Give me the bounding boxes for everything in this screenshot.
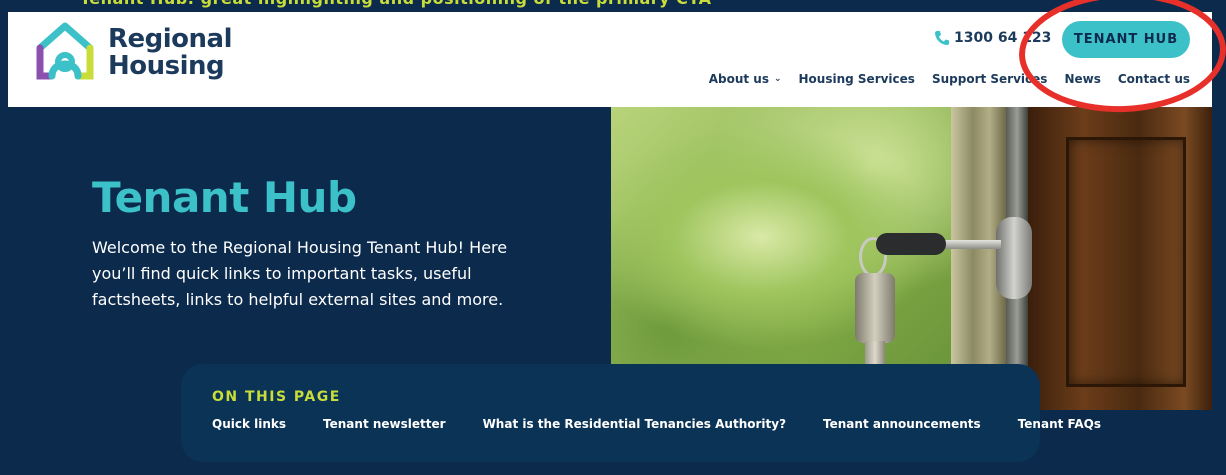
brand-line-2: Housing (108, 51, 225, 81)
on-this-page-links: Quick links Tenant newsletter What is th… (212, 417, 1101, 431)
page-title: Tenant Hub (92, 173, 357, 222)
top-caption-strip: Tenant Hub: great highlighting and posit… (0, 0, 1226, 12)
lock-cylinder (996, 217, 1032, 299)
key-shaft (941, 240, 1001, 249)
link-tenant-announcements[interactable]: Tenant announcements (823, 417, 981, 431)
key-head (876, 233, 946, 255)
nav-item-housing-services[interactable]: Housing Services (799, 72, 915, 86)
door-panel (1066, 137, 1186, 387)
link-residential-tenancies-authority[interactable]: What is the Residential Tenancies Author… (483, 417, 786, 431)
on-this-page-heading: ON THIS PAGE (212, 389, 341, 405)
frame-left (0, 12, 8, 475)
brand-name[interactable]: Regional Housing (108, 24, 233, 81)
phone-icon (935, 31, 949, 45)
hero-description: Welcome to the Regional Housing Tenant H… (92, 238, 508, 309)
link-tenant-newsletter[interactable]: Tenant newsletter (323, 417, 446, 431)
nav-item-about-us[interactable]: About us ⌄ (709, 72, 782, 86)
link-quick-links[interactable]: Quick links (212, 417, 286, 431)
frame-right (1212, 12, 1226, 475)
regional-housing-logo-icon[interactable] (30, 18, 100, 84)
brand-line-1: Regional (108, 24, 233, 54)
on-this-page-panel: ON THIS PAGE Quick links Tenant newslett… (181, 364, 1101, 462)
chevron-down-icon: ⌄ (773, 74, 782, 84)
link-tenant-faqs[interactable]: Tenant FAQs (1018, 417, 1101, 431)
hanging-key (855, 273, 895, 343)
nav-item-label: Housing Services (798, 72, 915, 86)
caption-text: Tenant Hub: great highlighting and posit… (80, 0, 711, 8)
nav-item-label: About us (708, 72, 769, 86)
